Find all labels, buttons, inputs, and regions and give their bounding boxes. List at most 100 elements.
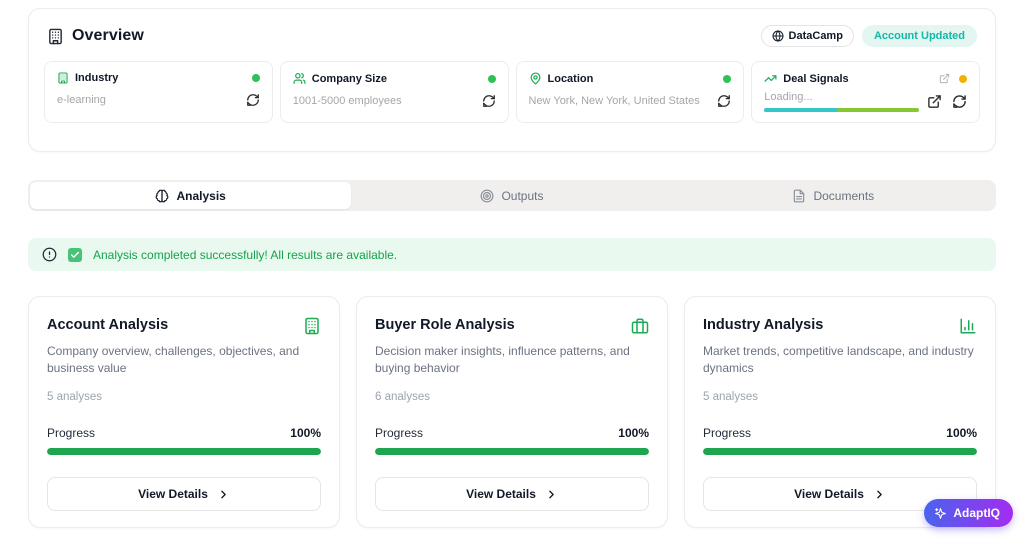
progress-row: Progress 100% (703, 426, 977, 440)
overview-page: Overview DataCamp Account Updated Indust… (0, 0, 1024, 540)
info-card-value: 1001-5000 employees (292, 95, 402, 107)
progress-label: Progress (47, 426, 96, 440)
refresh-button[interactable] (246, 93, 260, 107)
card-industry-analysis: Industry Analysis Market trends, competi… (684, 296, 996, 528)
progress-label: Progress (375, 426, 424, 440)
card-industry-analysis-header: Industry Analysis (703, 317, 977, 335)
tab-documents[interactable]: Documents (673, 182, 994, 209)
info-card-industry: Industry e-learning (44, 61, 273, 123)
refresh-button[interactable] (717, 94, 731, 108)
card-buyer-role-analysis: Buyer Role Analysis Decision maker insig… (356, 296, 668, 528)
card-analyses-count: 5 analyses (47, 390, 102, 403)
overview-header: Overview DataCamp Account Updated (29, 9, 995, 59)
info-card-industry-value-row: e-learning (57, 93, 260, 107)
info-card-value: Loading... (764, 91, 813, 103)
info-card-deal-signals-header: Deal Signals (764, 72, 967, 85)
info-cards-row: Industry e-learning Company Size 1001-50… (44, 61, 980, 123)
info-card-value: New York, New York, United States (528, 95, 700, 107)
info-card-label: Company Size (311, 72, 387, 85)
success-alert: Analysis completed successfully! All res… (28, 238, 996, 271)
card-title: Account Analysis (47, 317, 169, 333)
info-card-company-size-value-row: 1001-5000 employees (293, 94, 496, 108)
external-link-icon[interactable] (939, 73, 950, 84)
building-icon (47, 28, 64, 45)
card-analyses-count: 5 analyses (703, 390, 758, 403)
brain-icon (155, 189, 169, 203)
trending-up-icon (764, 72, 777, 85)
tab-analysis-label: Analysis (176, 188, 226, 203)
globe-icon (772, 30, 784, 42)
adaptiq-label: AdaptIQ (953, 506, 1000, 520)
tab-documents-label: Documents (813, 188, 875, 203)
info-card-label: Location (547, 72, 594, 85)
card-title: Industry Analysis (703, 317, 824, 333)
progress-bar-fill (703, 448, 977, 455)
view-details-button[interactable]: View Details (47, 477, 321, 511)
progress-bar-fill (375, 448, 649, 455)
target-icon (480, 189, 494, 203)
view-details-label: View Details (466, 487, 536, 501)
info-card-label: Industry (75, 72, 119, 84)
refresh-button[interactable] (952, 94, 967, 109)
card-title: Buyer Role Analysis (375, 317, 515, 333)
tab-bar: Analysis Outputs Documents (28, 180, 996, 211)
loading-progress-bar (764, 108, 919, 112)
overview-badges: DataCamp Account Updated (760, 25, 977, 47)
page-title: Overview (72, 27, 144, 44)
card-buyer-role-analysis-header: Buyer Role Analysis (375, 317, 649, 335)
datacamp-badge[interactable]: DataCamp (760, 25, 854, 47)
progress-label: Progress (703, 426, 752, 440)
analysis-cards-row: Account Analysis Company overview, chall… (28, 296, 996, 528)
overview-panel: Overview DataCamp Account Updated Indust… (28, 8, 996, 152)
view-details-button[interactable]: View Details (375, 477, 649, 511)
status-dot (723, 74, 732, 83)
card-description: Company overview, challenges, objectives… (47, 344, 300, 376)
card-account-analysis: Account Analysis Company overview, chall… (28, 296, 340, 528)
briefcase-icon (631, 317, 649, 335)
tab-outputs-label: Outputs (501, 188, 544, 203)
checkbox-checked-icon[interactable] (68, 247, 82, 262)
info-card-industry-header: Industry (57, 72, 260, 84)
tab-outputs[interactable]: Outputs (351, 182, 672, 209)
info-card-label: Deal Signals (783, 72, 849, 85)
tab-analysis[interactable]: Analysis (30, 182, 352, 209)
chevron-right-icon (873, 488, 886, 501)
status-dot (251, 74, 260, 82)
info-card-deal-signals: Deal Signals Loading... (751, 61, 980, 123)
card-analyses-count: 6 analyses (375, 390, 430, 403)
map-pin-icon (529, 72, 542, 85)
bar-chart-icon (959, 317, 977, 335)
info-card-location-value-row: New York, New York, United States (529, 94, 732, 108)
info-card-location-header: Location (529, 72, 732, 85)
alert-message: Analysis completed successfully! All res… (93, 247, 398, 262)
info-card-deal-signals-value-row: Loading... (764, 91, 967, 112)
view-details-label: View Details (138, 487, 208, 501)
progress-value: 100% (946, 426, 977, 440)
users-icon (293, 72, 306, 85)
chevron-right-icon (545, 488, 558, 501)
card-description: Market trends, competitive landscape, an… (703, 344, 974, 376)
progress-bar (703, 448, 977, 455)
account-updated-badge: Account Updated (861, 25, 977, 47)
progress-row: Progress 100% (375, 426, 649, 440)
info-circle-icon (42, 247, 57, 262)
status-dot (959, 74, 967, 83)
external-link-button[interactable] (927, 94, 942, 109)
progress-row: Progress 100% (47, 426, 321, 440)
account-updated-label: Account Updated (873, 30, 965, 42)
info-card-location: Location New York, New York, United Stat… (515, 61, 745, 123)
card-account-analysis-header: Account Analysis (47, 317, 321, 335)
adaptiq-button[interactable]: AdaptIQ (924, 499, 1013, 527)
progress-value: 100% (618, 426, 649, 440)
datacamp-badge-label: DataCamp (788, 30, 843, 42)
loading-progress-lime (836, 108, 919, 112)
deal-signals-actions (927, 94, 967, 109)
progress-bar-fill (47, 448, 321, 455)
card-description: Decision maker insights, influence patte… (375, 344, 630, 376)
building-icon (57, 72, 69, 84)
progress-bar (47, 448, 321, 455)
refresh-button[interactable] (482, 94, 496, 108)
building-icon (303, 317, 321, 335)
sparkles-icon (934, 507, 947, 520)
loading-progress-teal (764, 108, 837, 112)
